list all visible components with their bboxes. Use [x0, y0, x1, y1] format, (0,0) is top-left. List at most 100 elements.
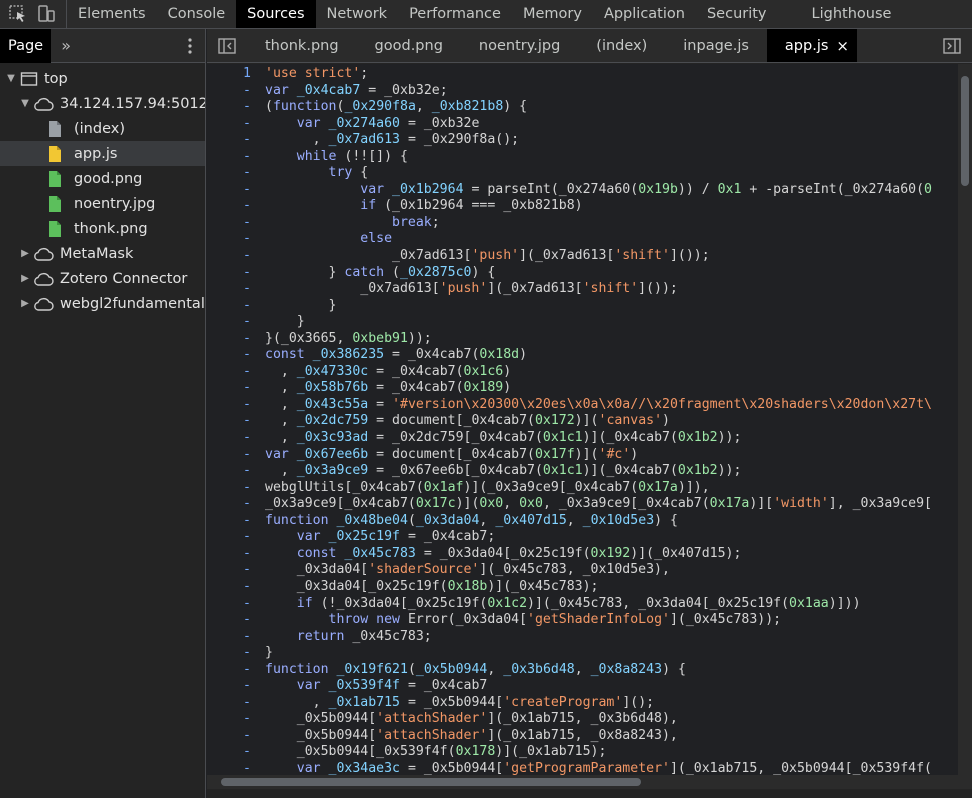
- line-number[interactable]: -: [207, 314, 255, 331]
- code-line: - , _0x3a9ce9 = _0x67ee6b[_0x4cab7(0x1c1…: [207, 463, 972, 480]
- file-tab-good-png[interactable]: good.png: [357, 29, 461, 62]
- line-number[interactable]: -: [207, 116, 255, 133]
- panel-tab-sources[interactable]: Sources: [236, 0, 316, 28]
- line-number[interactable]: -: [207, 83, 255, 100]
- line-number[interactable]: -: [207, 347, 255, 364]
- code-text: _0x5b0944['attachShader'](_0x1ab715, _0x…: [265, 711, 678, 727]
- triangle-right-icon[interactable]: ▶: [18, 248, 32, 259]
- more-tabs-icon[interactable]: »: [51, 36, 81, 55]
- horizontal-scrollbar[interactable]: [207, 775, 972, 789]
- triangle-down-icon[interactable]: ▼: [18, 98, 32, 109]
- tree-item-app-js[interactable]: app.js: [0, 141, 205, 166]
- tree-item-webgl2fundamentals[interactable]: ▶ webgl2fundamentals.: [0, 291, 205, 316]
- line-number[interactable]: -: [207, 281, 255, 298]
- line-number[interactable]: -: [207, 728, 255, 745]
- tree-item-good-png[interactable]: good.png: [0, 166, 205, 191]
- vertical-scroll-thumb[interactable]: [961, 76, 969, 186]
- code-line: - , _0x2dc759 = document[_0x4cab7(0x172)…: [207, 413, 972, 430]
- line-number[interactable]: -: [207, 364, 255, 381]
- file-tab-noentry-jpg[interactable]: noentry.jpg: [461, 29, 578, 62]
- toggle-navigator-icon[interactable]: [207, 29, 247, 62]
- line-number[interactable]: -: [207, 513, 255, 530]
- line-number[interactable]: -: [207, 331, 255, 348]
- line-number[interactable]: -: [207, 711, 255, 728]
- line-number[interactable]: -: [207, 546, 255, 563]
- line-number[interactable]: -: [207, 447, 255, 464]
- file-tab-app-js[interactable]: app.js ×: [766, 29, 857, 62]
- tree-item-zotero-connector[interactable]: ▶ Zotero Connector: [0, 266, 205, 291]
- file-tree: ▼ top ▼ 34.124.157.94:5012 (index) app.js good…: [0, 63, 205, 316]
- vertical-scrollbar[interactable]: [958, 64, 972, 775]
- code-text: , _0x58b76b = _0x4cab7(0x189): [265, 380, 512, 396]
- line-number[interactable]: -: [207, 496, 255, 513]
- line-number[interactable]: -: [207, 562, 255, 579]
- line-number[interactable]: -: [207, 463, 255, 480]
- line-number[interactable]: 1: [207, 66, 255, 83]
- line-number[interactable]: -: [207, 99, 255, 116]
- line-number[interactable]: -: [207, 579, 255, 596]
- line-number[interactable]: -: [207, 596, 255, 613]
- code-lines: 1'use strict'; - var _0x4cab7 = _0xb32e; -(…: [207, 64, 972, 775]
- panel-tab-network[interactable]: Network: [316, 0, 399, 28]
- line-number[interactable]: -: [207, 678, 255, 695]
- image-file-icon: [48, 170, 62, 188]
- tree-item-noentry-jpg[interactable]: noentry.jpg: [0, 191, 205, 216]
- gutter-spacer: [255, 66, 265, 83]
- line-number[interactable]: -: [207, 265, 255, 282]
- file-tab-inpage-js[interactable]: inpage.js: [665, 29, 767, 62]
- panel-tab-application[interactable]: Application: [593, 0, 696, 28]
- panel-tab-memory[interactable]: Memory: [512, 0, 593, 28]
- source-editor: thonk.png good.png noentry.jpg (index) inpag…: [207, 29, 972, 798]
- code-line: - , _0x58b76b = _0x4cab7(0x189): [207, 380, 972, 397]
- line-number[interactable]: -: [207, 430, 255, 447]
- horizontal-scroll-thumb[interactable]: [221, 778, 641, 786]
- close-tab-icon[interactable]: ×: [836, 37, 849, 55]
- line-number[interactable]: -: [207, 629, 255, 646]
- line-number[interactable]: -: [207, 380, 255, 397]
- panel-tab-console[interactable]: Console: [157, 0, 237, 28]
- line-number[interactable]: -: [207, 761, 255, 775]
- device-toolbar-icon[interactable]: [34, 3, 58, 25]
- code-line: - var _0x539f4f = _0x4cab7: [207, 678, 972, 695]
- panel-tab-elements[interactable]: Elements: [67, 0, 157, 28]
- line-number[interactable]: -: [207, 298, 255, 315]
- panel-tab-lighthouse[interactable]: Lighthouse: [778, 0, 903, 28]
- line-number[interactable]: -: [207, 397, 255, 414]
- triangle-right-icon[interactable]: ▶: [18, 298, 32, 309]
- line-number[interactable]: -: [207, 744, 255, 761]
- code-line: - _0x5b0944['attachShader'](_0x1ab715, _…: [207, 711, 972, 728]
- tree-item-metamask[interactable]: ▶ MetaMask: [0, 241, 205, 266]
- gutter-spacer: [255, 447, 265, 464]
- file-tab-index[interactable]: (index): [578, 29, 665, 62]
- kebab-menu-icon[interactable]: [175, 37, 205, 54]
- tree-item-top[interactable]: ▼ top: [0, 66, 205, 91]
- tree-item-34-124-157-94-5012[interactable]: ▼ 34.124.157.94:5012: [0, 91, 205, 116]
- line-number[interactable]: -: [207, 645, 255, 662]
- tree-item-index[interactable]: (index): [0, 116, 205, 141]
- navigator-tab-page[interactable]: Page: [0, 28, 52, 63]
- line-number[interactable]: -: [207, 695, 255, 712]
- toggle-debugger-icon[interactable]: [932, 29, 972, 62]
- gutter-spacer: [255, 678, 265, 695]
- inspect-element-icon[interactable]: [6, 3, 30, 25]
- line-number[interactable]: -: [207, 182, 255, 199]
- line-number[interactable]: -: [207, 215, 255, 232]
- line-number[interactable]: -: [207, 612, 255, 629]
- line-number[interactable]: -: [207, 662, 255, 679]
- line-number[interactable]: -: [207, 248, 255, 265]
- panel-tab-performance[interactable]: Performance: [398, 0, 512, 28]
- line-number[interactable]: -: [207, 198, 255, 215]
- code-area[interactable]: 1'use strict'; - var _0x4cab7 = _0xb32e; -(…: [207, 64, 972, 775]
- file-tab-thonk-png[interactable]: thonk.png: [247, 29, 357, 62]
- line-number[interactable]: -: [207, 132, 255, 149]
- triangle-right-icon[interactable]: ▶: [18, 273, 32, 284]
- line-number[interactable]: -: [207, 480, 255, 497]
- line-number[interactable]: -: [207, 413, 255, 430]
- line-number[interactable]: -: [207, 149, 255, 166]
- panel-tab-security[interactable]: Security: [696, 0, 778, 28]
- triangle-down-icon[interactable]: ▼: [4, 73, 18, 84]
- tree-item-thonk-png[interactable]: thonk.png: [0, 216, 205, 241]
- line-number[interactable]: -: [207, 529, 255, 546]
- line-number[interactable]: -: [207, 231, 255, 248]
- line-number[interactable]: -: [207, 165, 255, 182]
